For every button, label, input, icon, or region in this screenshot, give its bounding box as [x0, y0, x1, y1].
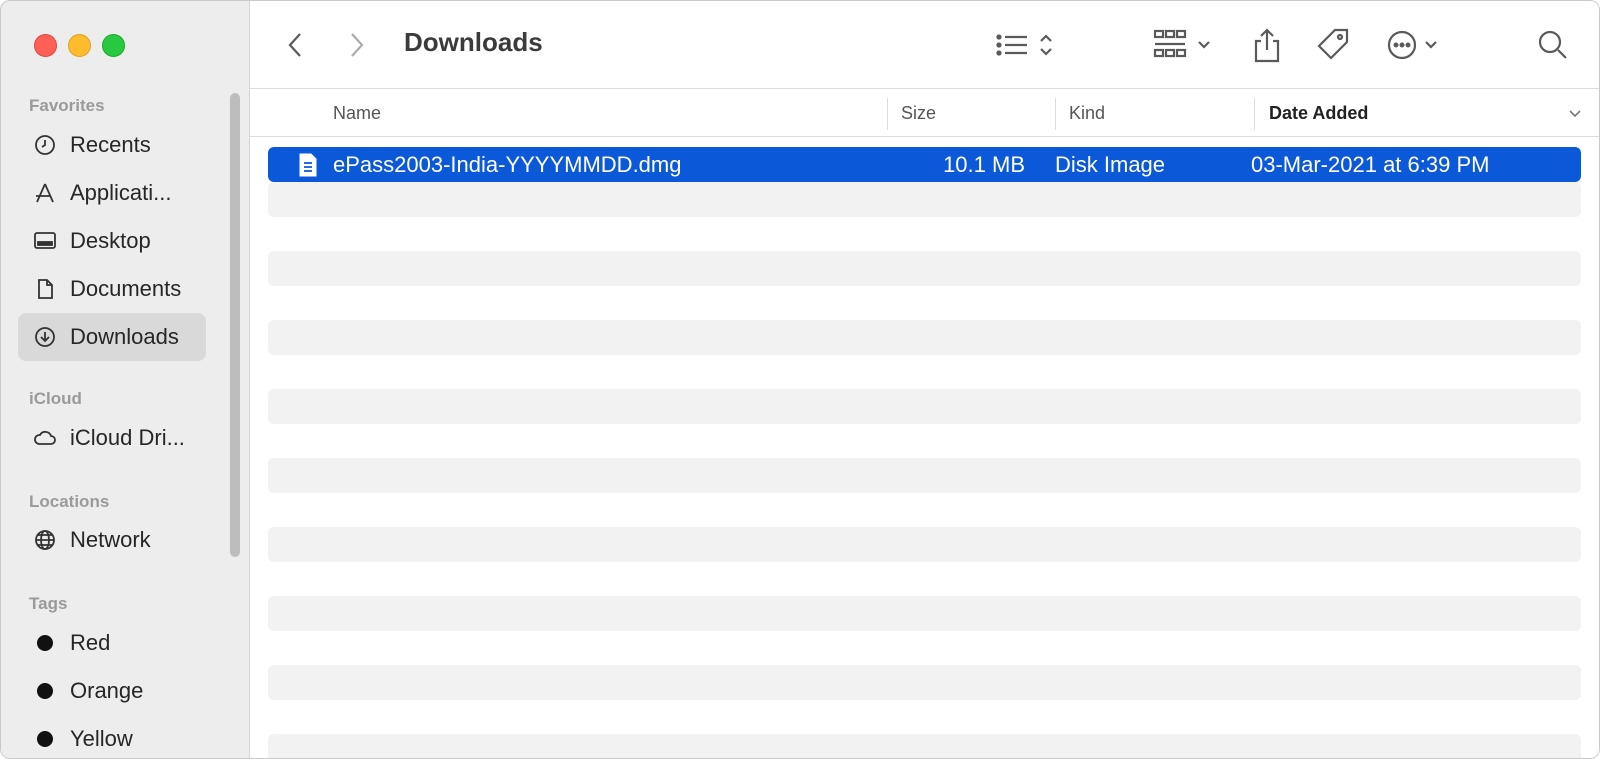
empty-row [268, 596, 1581, 631]
window-title: Downloads [404, 27, 543, 57]
finder-window: Favorites Recents Applicati... Desktop D… [0, 0, 1600, 759]
minimize-button[interactable] [68, 34, 91, 57]
cloud-icon [33, 426, 57, 450]
column-divider[interactable] [887, 98, 888, 130]
sidebar-item-icloud-drive[interactable]: iCloud Dri... [18, 414, 206, 462]
traffic-lights [34, 34, 125, 57]
list-view-icon [996, 34, 1052, 56]
sidebar-item-label: Network [70, 527, 151, 552]
sidebar-section-icloud: iCloud [29, 389, 82, 408]
empty-row [268, 665, 1581, 700]
tag-dot-icon [33, 727, 57, 751]
sidebar-item-label: Documents [70, 276, 182, 301]
document-icon [33, 277, 57, 301]
sidebar: Favorites Recents Applicati... Desktop D… [1, 1, 250, 758]
sidebar-scrollbar[interactable] [230, 93, 240, 557]
search-button[interactable] [1535, 25, 1571, 65]
file-row[interactable]: ePass2003-India-YYYYMMDD.dmg 10.1 MB Dis… [268, 147, 1581, 182]
desktop-icon [33, 229, 57, 253]
group-grid-icon [1153, 29, 1210, 58]
tag-dot-icon [33, 679, 57, 703]
column-date-added[interactable]: Date Added [1269, 90, 1368, 137]
zoom-button[interactable] [102, 34, 125, 57]
empty-row [268, 389, 1581, 424]
sidebar-item-applications[interactable]: Applicati... [18, 169, 206, 217]
column-name[interactable]: Name [333, 90, 381, 137]
sidebar-item-downloads[interactable]: Downloads [18, 313, 206, 361]
sidebar-section-locations: Locations [29, 492, 110, 511]
empty-row [268, 320, 1581, 355]
download-icon [33, 325, 57, 349]
forward-button[interactable] [340, 25, 372, 65]
ellipsis-circle-icon [1387, 30, 1437, 60]
tag-dot-icon [33, 631, 57, 655]
chevron-left-icon [288, 33, 301, 57]
toolbar: Downloads [250, 1, 1599, 89]
sidebar-section-tags: Tags [29, 594, 68, 613]
sort-chevron-icon[interactable] [1568, 90, 1584, 137]
applications-icon [33, 181, 57, 205]
disk-image-file-icon [298, 147, 322, 182]
column-divider[interactable] [1254, 98, 1255, 130]
view-options-button[interactable] [995, 25, 1059, 65]
empty-row [268, 734, 1581, 758]
column-kind[interactable]: Kind [1069, 90, 1105, 137]
sidebar-item-label: Yellow [70, 726, 133, 751]
sidebar-section-favorites: Favorites [29, 96, 105, 115]
sidebar-item-label: Orange [70, 678, 144, 703]
close-button[interactable] [34, 34, 57, 57]
tag-icon [1317, 28, 1349, 60]
column-header: Name Size Kind Date Added [250, 90, 1599, 137]
search-icon [1538, 30, 1567, 59]
sidebar-item-tag-red[interactable]: Red [18, 619, 206, 667]
clock-icon [33, 133, 57, 157]
sidebar-item-label: iCloud Dri... [70, 425, 185, 450]
file-size: 10.1 MB [943, 151, 1025, 177]
more-actions-button[interactable] [1387, 25, 1447, 65]
sidebar-item-documents[interactable]: Documents [18, 265, 206, 313]
sidebar-item-network[interactable]: Network [18, 516, 206, 564]
share-button[interactable] [1250, 25, 1284, 65]
sidebar-item-label: Downloads [70, 324, 179, 349]
sidebar-item-desktop[interactable]: Desktop [18, 217, 206, 265]
main-content: Downloads Name Size Kind Date Added ePas… [250, 1, 1599, 758]
empty-row [268, 527, 1581, 562]
empty-row [268, 458, 1581, 493]
file-date-added: 03-Mar-2021 at 6:39 PM [1251, 151, 1490, 177]
column-divider[interactable] [1055, 98, 1056, 130]
file-name: ePass2003-India-YYYYMMDD.dmg [333, 151, 682, 177]
share-icon [1254, 28, 1280, 63]
chevron-right-icon [351, 33, 364, 57]
sidebar-item-label: Recents [70, 132, 151, 157]
column-size[interactable]: Size [901, 90, 936, 137]
sidebar-item-tag-yellow[interactable]: Yellow [18, 715, 206, 758]
group-by-button[interactable] [1153, 25, 1217, 65]
tag-button[interactable] [1315, 25, 1351, 65]
sidebar-item-label: Desktop [70, 228, 151, 253]
sidebar-item-tag-orange[interactable]: Orange [18, 667, 206, 715]
sidebar-item-label: Red [70, 630, 111, 655]
empty-row [268, 251, 1581, 286]
back-button[interactable] [280, 25, 312, 65]
sidebar-item-recents[interactable]: Recents [18, 121, 206, 169]
empty-row [268, 182, 1581, 217]
sidebar-item-label: Applicati... [70, 180, 172, 205]
globe-icon [33, 528, 57, 552]
file-kind: Disk Image [1055, 151, 1166, 177]
